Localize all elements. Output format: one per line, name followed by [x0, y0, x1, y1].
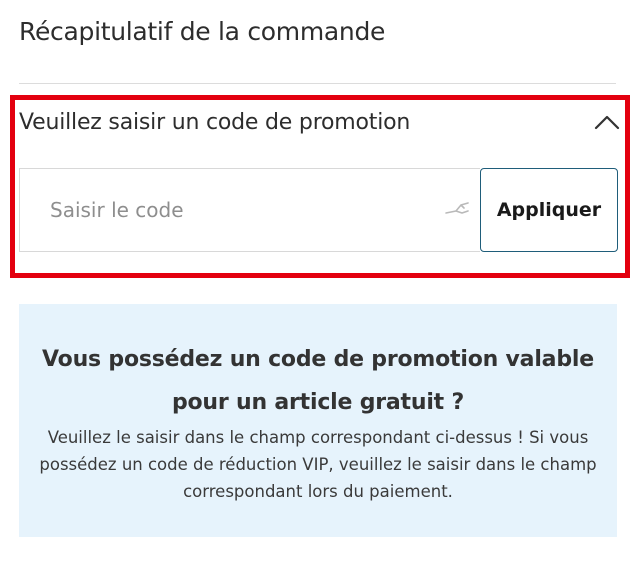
promo-code-field: [19, 168, 480, 252]
section-divider: [19, 83, 616, 84]
free-item-info-box: Vous possédez un code de promotion valab…: [19, 304, 617, 537]
key-icon: [445, 202, 469, 214]
promo-code-input[interactable]: [20, 169, 440, 251]
order-summary-title: Récapitulatif de la commande: [19, 17, 386, 46]
apply-promo-button[interactable]: Appliquer: [480, 168, 618, 252]
info-box-heading: Vous possédez un code de promotion valab…: [42, 347, 594, 415]
promo-code-panel: Veuillez saisir un code de promotion App…: [10, 95, 630, 278]
promo-code-toggle[interactable]: Veuillez saisir un code de promotion: [19, 105, 621, 141]
info-box-text: Veuillez le saisir dans le champ corresp…: [39, 428, 597, 501]
chevron-up-icon[interactable]: [593, 111, 621, 133]
promo-code-row: Appliquer: [19, 168, 618, 252]
promo-code-header-label: Veuillez saisir un code de promotion: [19, 110, 411, 135]
